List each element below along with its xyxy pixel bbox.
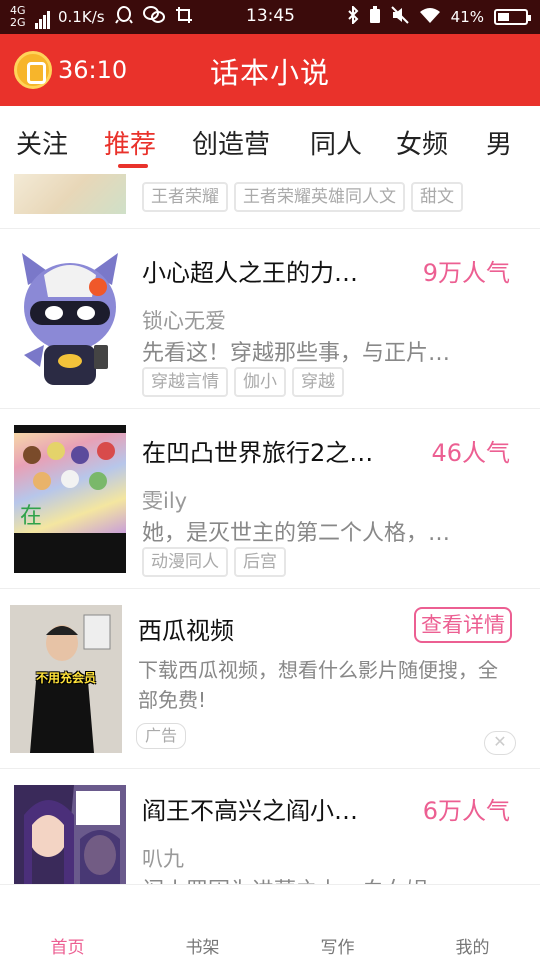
network-type: 4G 2G — [10, 4, 26, 29]
close-ad-icon[interactable]: ✕ — [484, 731, 516, 755]
ad-card[interactable]: 不用充会员 西瓜视频 查看详情 下载西瓜视频，想看什么影片随便搜，全部免费! 广… — [0, 589, 540, 769]
book-title: 阎王不高兴之阎小… — [142, 797, 358, 825]
active-tab-indicator — [118, 164, 148, 168]
nav-home[interactable]: 首页 — [0, 885, 135, 960]
tag: 穿越言情 — [142, 367, 228, 397]
tab-female[interactable]: 女频 — [396, 124, 448, 161]
battery-saver-icon — [369, 6, 381, 28]
tab-follow[interactable]: 关注 — [16, 124, 68, 161]
book-cover — [14, 174, 126, 214]
tag: 伽小 — [234, 367, 286, 397]
app-header: 36:10 话本小说 — [0, 34, 540, 106]
book-summary: 先看这！穿越那些事，与正片… — [142, 341, 451, 366]
ad-label: 广告 — [136, 723, 187, 749]
battery-icon — [494, 9, 531, 25]
book-cover — [14, 245, 126, 393]
tag: 动漫同人 — [142, 547, 228, 577]
signal-icon — [35, 5, 50, 29]
clock: 13:45 — [246, 6, 295, 26]
tab-fan-fiction[interactable]: 同人 — [310, 124, 362, 161]
view-details-button[interactable]: 查看详情 — [414, 607, 512, 643]
tab-male[interactable]: 男 — [486, 124, 512, 161]
qq-icon — [114, 6, 133, 28]
book-title: 小心超人之王的力… — [142, 259, 358, 287]
tab-creation-camp[interactable]: 创造营 — [192, 124, 270, 161]
nav-profile[interactable]: 我的 — [405, 885, 540, 960]
tag-list: 穿越言情 伽小 穿越 — [142, 367, 344, 397]
tag-list: 动漫同人 后宫 — [142, 547, 286, 577]
popularity: 6万人气 — [422, 797, 510, 825]
popularity: 9万人气 — [422, 259, 510, 287]
ad-thumbnail: 不用充会员 — [10, 605, 122, 753]
book-card[interactable]: 王者荣耀 王者荣耀英雄同人文 甜文 — [0, 174, 540, 229]
app-title: 话本小说 — [209, 56, 330, 90]
bluetooth-icon — [347, 4, 359, 28]
mute-icon — [390, 6, 409, 28]
status-bar: 4G 2G 0.1K/s 13:45 41% — [0, 0, 540, 34]
book-card[interactable]: 阎王不高兴之阎小… 6万人气 叭九 阎小罗因为进蒙之力，白女娲… — [0, 769, 540, 884]
tag: 甜文 — [411, 182, 463, 212]
network-speed: 0.1K/s — [58, 8, 105, 26]
tag: 王者荣耀英雄同人文 — [234, 182, 405, 212]
wechat-icon — [142, 6, 165, 28]
book-cover: 在 — [14, 425, 126, 573]
tag: 穿越 — [292, 367, 344, 397]
tab-recommend[interactable]: 推荐 — [104, 124, 156, 161]
book-card[interactable]: 小心超人之王的力… 9万人气 锁心无爱 先看这！穿越那些事，与正片… 穿越言情 … — [0, 229, 540, 409]
author: 叭九 — [142, 847, 184, 871]
ad-title: 西瓜视频 — [138, 617, 234, 645]
category-tabs: 关注 推荐 创造营 同人 女频 男 — [0, 106, 540, 174]
book-summary: 阎小罗因为进蒙之力，白女娲… — [142, 873, 450, 884]
bottom-nav: 首页 书架 写作 我的 — [0, 884, 540, 960]
book-feed[interactable]: 王者荣耀 王者荣耀英雄同人文 甜文 小心超人之王的力… 9万人气 锁心无爱 先看… — [0, 174, 540, 884]
ad-description: 下载西瓜视频，想看什么影片随便搜，全部免费! — [138, 658, 498, 712]
book-summary: 她，是灭世主的第二个人格，… — [142, 521, 451, 546]
book-title: 在凹凸世界旅行2之… — [142, 439, 374, 467]
wifi-icon — [419, 6, 441, 28]
author: 雯ily — [142, 489, 188, 513]
book-cover — [14, 785, 126, 884]
battery-percent: 41% — [450, 8, 484, 26]
svg-text:在: 在 — [20, 504, 42, 529]
author: 锁心无爱 — [142, 309, 226, 333]
tag-list: 王者荣耀 王者荣耀英雄同人文 甜文 — [142, 182, 463, 212]
popularity: 46人气 — [431, 439, 510, 467]
tag: 王者荣耀 — [142, 182, 228, 212]
tag: 后宫 — [234, 547, 286, 577]
nav-write[interactable]: 写作 — [270, 885, 405, 960]
nav-bookshelf[interactable]: 书架 — [135, 885, 270, 960]
screenshot-icon — [175, 6, 193, 28]
book-card[interactable]: 在 在凹凸世界旅行2之… 46人气 雯ily 她，是灭世主的第二个人格，… 动漫… — [0, 409, 540, 589]
ad-thumb-caption: 不用充会员 — [35, 671, 96, 685]
